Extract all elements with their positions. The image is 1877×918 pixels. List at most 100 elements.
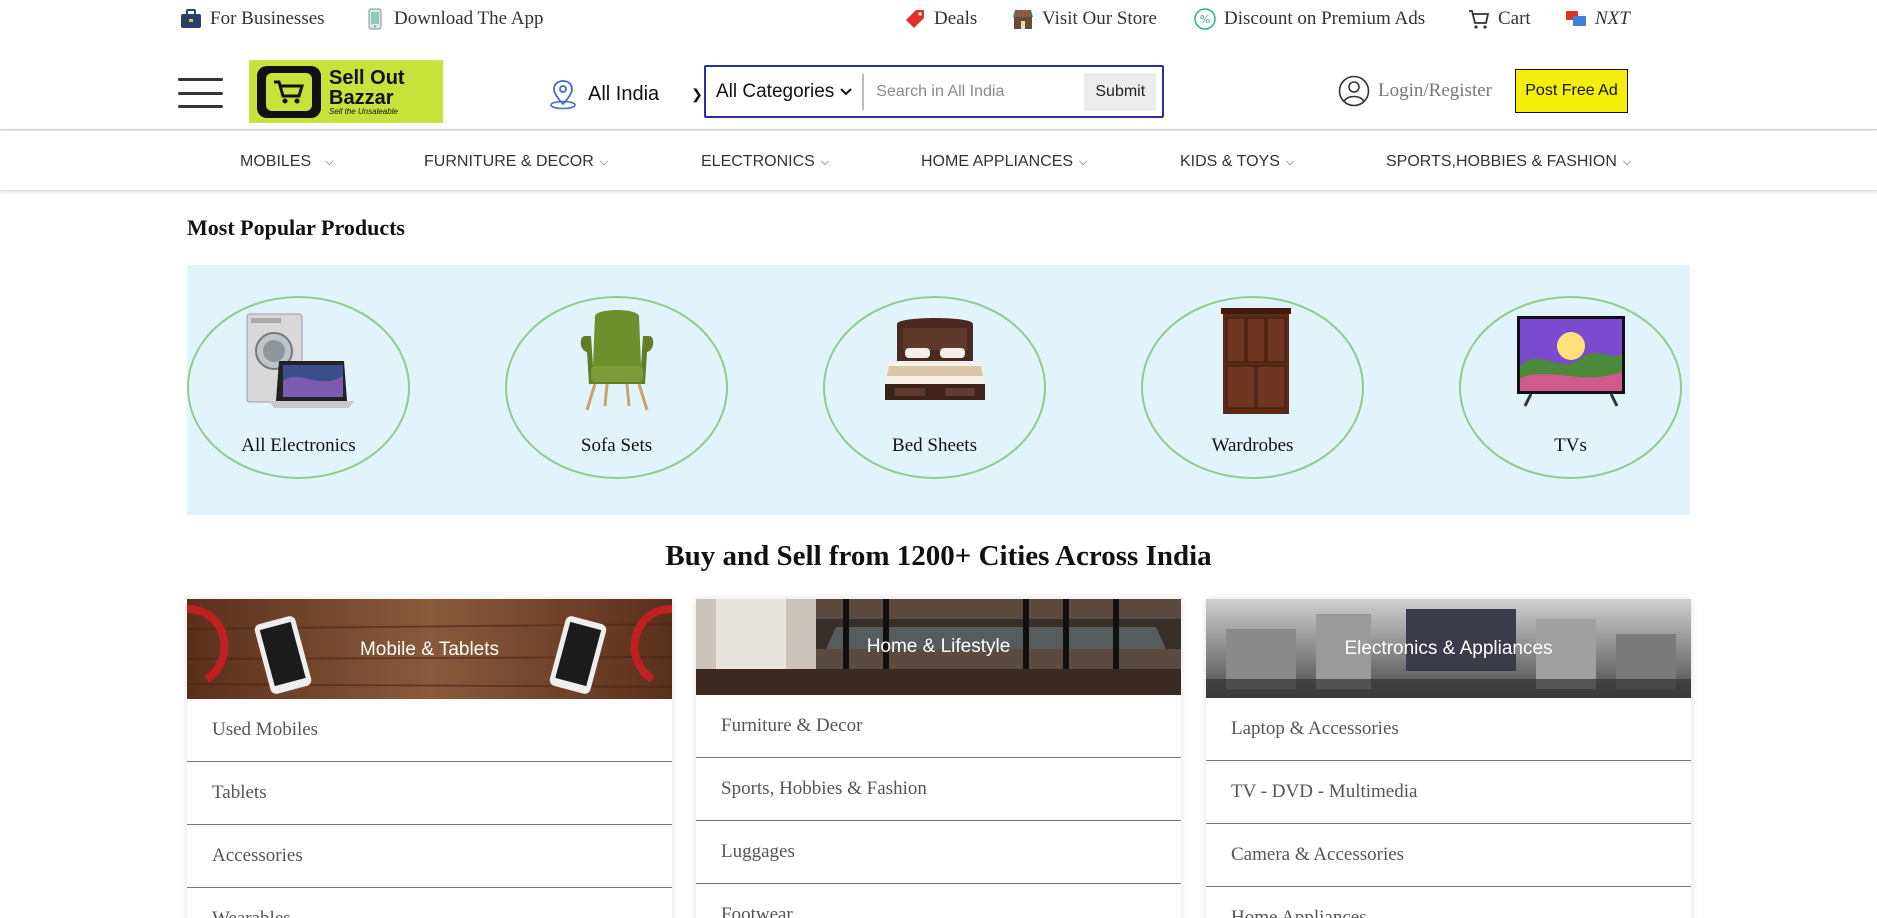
card-title: Mobile & Tablets	[359, 639, 500, 660]
card-link[interactable]: Laptop & Accessories	[1206, 698, 1691, 761]
post-free-ad-button[interactable]: Post Free Ad	[1515, 69, 1628, 113]
popular-item-label: Bed Sheets	[892, 435, 977, 456]
card-title: Electronics & Appliances	[1344, 638, 1553, 659]
login-register-link[interactable]: Login/Register	[1338, 75, 1492, 107]
nxt-link[interactable]: NXT	[1565, 8, 1630, 30]
download-app-link[interactable]: Download The App	[364, 8, 544, 30]
card-link[interactable]: Tablets	[187, 762, 672, 825]
main-header: Sell Out Bazzar Sell the Unsaleable All …	[0, 42, 1877, 130]
nav-item-label: FURNITURE & DECOR	[424, 153, 594, 170]
card-link[interactable]: Used Mobiles	[187, 699, 672, 762]
menu-icon[interactable]	[178, 78, 223, 108]
chevron-down-icon: ⌵	[599, 155, 609, 168]
wardrobe-image	[1220, 308, 1291, 414]
logo-line2: Bazzar	[329, 86, 394, 109]
card-link[interactable]: Furniture & Decor	[696, 695, 1181, 758]
popular-item-wardrobes[interactable]: Wardrobes	[1141, 296, 1364, 479]
cart-icon	[1469, 10, 1490, 29]
card-link[interactable]: Home Appliances	[1206, 887, 1691, 918]
chevron-down-icon: ⌵	[1079, 155, 1088, 168]
top-utility-bar: For Businesses Download The App Deals Vi…	[0, 0, 1877, 42]
category-card-home-lifestyle: Home & Lifestyle Furniture & Decor Sport…	[696, 599, 1181, 918]
tv-image	[1516, 316, 1625, 407]
search-submit-button[interactable]: Submit	[1084, 72, 1157, 111]
chat-bubbles-icon	[1566, 11, 1586, 26]
nav-item-label: ELECTRONICS	[701, 153, 815, 170]
nav-item-label: KIDS & TOYS	[1180, 153, 1280, 170]
search-bar: All Categories Submit	[704, 65, 1164, 118]
for-businesses-label: For Businesses	[210, 8, 325, 29]
card-link[interactable]: Camera & Accessories	[1206, 824, 1691, 887]
popular-item-all-electronics[interactable]: All Electronics	[187, 296, 410, 479]
phone-app-icon	[368, 8, 382, 30]
logo-line1: Sell Out	[329, 66, 405, 89]
nav-item-kids-toys[interactable]: KIDS & TOYS ⌵	[1180, 153, 1294, 171]
site-logo[interactable]: Sell Out Bazzar Sell the Unsaleable	[249, 60, 443, 123]
cart-link[interactable]: Cart	[1468, 8, 1531, 30]
nav-item-sports-hobbies-fashion[interactable]: SPORTS,HOBBIES & FASHION ⌵	[1386, 153, 1631, 171]
nav-item-furniture-decor[interactable]: FURNITURE & DECOR ⌵	[424, 153, 608, 171]
chevron-down-icon: ⌵	[325, 155, 334, 168]
card-banner-electronics[interactable]: Electronics & Appliances	[1206, 599, 1691, 698]
bed-image	[884, 318, 985, 400]
nav-item-label: HOME APPLIANCES	[921, 153, 1074, 170]
chevron-down-icon: ⌵	[1285, 155, 1295, 168]
category-select-label: All Categories	[716, 80, 835, 102]
logo-cart-icon	[257, 65, 321, 118]
nav-item-label: SPORTS,HOBBIES & FASHION	[1386, 153, 1617, 170]
user-icon	[1338, 75, 1370, 107]
chevron-down-icon	[840, 87, 852, 95]
store-icon	[1013, 10, 1033, 29]
login-register-label: Login/Register	[1378, 80, 1492, 101]
nav-item-electronics[interactable]: ELECTRONICS ⌵	[701, 153, 829, 171]
category-select[interactable]: All Categories	[706, 73, 865, 110]
for-businesses-link[interactable]: For Businesses	[180, 8, 325, 30]
card-link[interactable]: Luggages	[696, 821, 1181, 884]
nxt-label: NXT	[1595, 8, 1630, 29]
nav-item-mobiles[interactable]: MOBILES ⌵	[240, 153, 333, 171]
card-link[interactable]: Sports, Hobbies & Fashion	[696, 758, 1181, 821]
cart-label: Cart	[1498, 8, 1531, 29]
chevron-down-icon: ❯	[691, 85, 703, 102]
card-link[interactable]: Footwear	[696, 884, 1181, 918]
nav-item-home-appliances[interactable]: HOME APPLIANCES ⌵	[921, 153, 1087, 171]
location-selector[interactable]: All India ❯	[548, 78, 703, 110]
popular-item-bed-sheets[interactable]: Bed Sheets	[823, 296, 1046, 479]
cities-heading: Buy and Sell from 1200+ Cities Across In…	[665, 540, 1212, 572]
deals-link[interactable]: Deals	[904, 8, 977, 30]
popular-item-label: Wardrobes	[1211, 435, 1294, 456]
card-banner-home[interactable]: Home & Lifestyle	[696, 599, 1181, 695]
chevron-down-icon: ⌵	[820, 155, 830, 168]
logo-tagline: Sell the Unsaleable	[329, 106, 398, 116]
download-app-label: Download The App	[394, 8, 544, 29]
discount-label: Discount on Premium Ads	[1224, 8, 1426, 29]
card-link[interactable]: Accessories	[187, 825, 672, 888]
visit-store-label: Visit Our Store	[1042, 8, 1157, 29]
category-nav: MOBILES ⌵ FURNITURE & DECOR ⌵ ELECTRONICS ⌵…	[0, 131, 1877, 191]
card-title: Home & Lifestyle	[866, 636, 1011, 657]
chevron-down-icon: ⌵	[1622, 155, 1632, 168]
percent-badge-icon: %	[1194, 8, 1216, 30]
popular-item-label: All Electronics	[241, 435, 356, 456]
deal-tag-icon	[906, 10, 924, 28]
nav-item-label: MOBILES	[240, 153, 312, 170]
category-card-electronics-appliances: Electronics & Appliances Laptop & Access…	[1206, 599, 1691, 918]
card-link[interactable]: TV - DVD - Multimedia	[1206, 761, 1691, 824]
category-card-mobile-tablets: Mobile & Tablets Used Mobiles Tablets Ac…	[187, 599, 672, 918]
location-label: All India	[588, 82, 660, 105]
popular-item-sofa-sets[interactable]: Sofa Sets	[505, 296, 728, 479]
search-input[interactable]	[864, 73, 1083, 110]
visit-store-link[interactable]: Visit Our Store	[1012, 8, 1157, 30]
discount-link[interactable]: % Discount on Premium Ads	[1194, 8, 1425, 30]
briefcase-icon	[181, 9, 201, 28]
popular-item-tvs[interactable]: TVs	[1459, 296, 1682, 479]
most-popular-title: Most Popular Products	[187, 215, 405, 240]
deals-label: Deals	[934, 8, 978, 29]
map-pin-icon	[550, 80, 576, 110]
popular-item-label: TVs	[1554, 435, 1587, 456]
armchair-image	[580, 310, 653, 411]
popular-products-strip: All Electronics Sofa Sets Bed Sheets War…	[187, 265, 1690, 515]
svg-text:%: %	[1200, 13, 1210, 26]
card-link[interactable]: Wearables	[187, 888, 672, 918]
card-banner-mobile[interactable]: Mobile & Tablets	[187, 599, 672, 699]
